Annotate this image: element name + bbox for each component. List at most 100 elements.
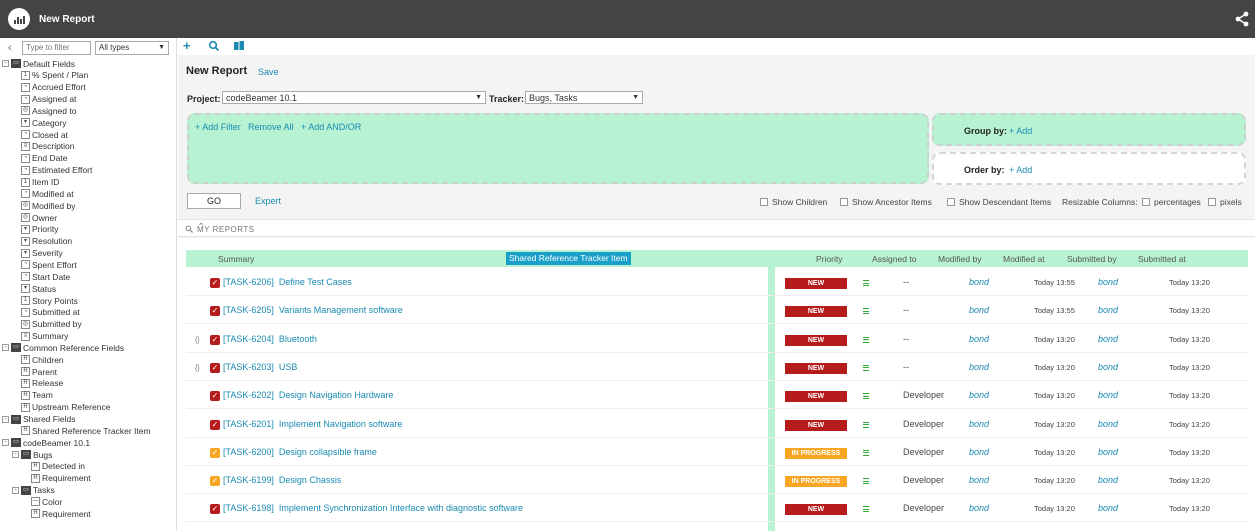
- expert-link[interactable]: Expert: [255, 196, 281, 206]
- item-link[interactable]: [TASK-6200] Design collapsible frame: [223, 447, 377, 457]
- tree-field[interactable]: ◎ Modified by: [21, 200, 75, 211]
- checkbox-icon[interactable]: ✓: [210, 504, 220, 515]
- column-submitted-at[interactable]: Submitted at: [1138, 254, 1186, 264]
- submitted-by-user[interactable]: bond: [1098, 503, 1118, 513]
- checkbox-icon[interactable]: ✓: [210, 362, 220, 373]
- tree-collapse-toggle[interactable]: -: [12, 486, 19, 494]
- tree-field[interactable]: R Team: [21, 390, 53, 401]
- search-icon[interactable]: [208, 40, 220, 52]
- column-priority[interactable]: Priority: [816, 254, 842, 264]
- table-row[interactable]: ✓ [TASK-6200] Design collapsible frame IN …: [186, 438, 1248, 466]
- table-row[interactable]: ✓ [TASK-6201] Implement Navigation softwa…: [186, 410, 1248, 438]
- item-link[interactable]: [TASK-6198] Implement Synchronization In…: [223, 503, 523, 513]
- tree-collapse-toggle[interactable]: -: [2, 344, 9, 352]
- tree-field[interactable]: 1 Story Points: [21, 295, 78, 306]
- table-row[interactable]: ✓ [TASK-6205] Variants Management softwar…: [186, 296, 1248, 325]
- show-children-checkbox[interactable]: [760, 198, 768, 206]
- tree-field[interactable]: ◔ Start Date: [21, 271, 70, 282]
- item-link[interactable]: [TASK-6202] Design Navigation Hardware: [223, 390, 393, 400]
- show-children-option[interactable]: Show Children: [760, 197, 827, 207]
- tree-field[interactable]: ◎ Submitted by: [21, 319, 82, 330]
- item-id[interactable]: [TASK-6202]: [223, 390, 274, 400]
- tree-field[interactable]: ≡ Summary: [21, 331, 68, 342]
- tracker-select[interactable]: Bugs, Tasks ▼: [525, 91, 643, 104]
- pixels-option[interactable]: pixels: [1208, 197, 1242, 207]
- tree-field[interactable]: ◎ Owner: [21, 212, 57, 223]
- submitted-by-user[interactable]: bond: [1098, 390, 1118, 400]
- show-ancestor-option[interactable]: Show Ancestor Items: [840, 197, 932, 207]
- tree-field[interactable]: ◔ Spent Effort: [21, 259, 77, 270]
- add-icon[interactable]: +: [183, 39, 195, 52]
- go-button[interactable]: GO: [187, 193, 241, 209]
- item-link[interactable]: [TASK-6203] USB: [223, 362, 297, 372]
- modified-by-user[interactable]: bond: [969, 305, 989, 315]
- item-id[interactable]: [TASK-6206]: [223, 277, 274, 287]
- tree-collapse-toggle[interactable]: -: [2, 439, 9, 447]
- item-id[interactable]: [TASK-6200]: [223, 447, 274, 457]
- book-icon[interactable]: [233, 40, 245, 52]
- tree-field[interactable]: ◔ End Date: [21, 153, 67, 164]
- tree-collapse-toggle[interactable]: -: [2, 415, 9, 423]
- tree-field[interactable]: ◔ Modified at: [21, 188, 74, 199]
- percentages-option[interactable]: percentages: [1142, 197, 1201, 207]
- item-summary[interactable]: Design Navigation Hardware: [279, 390, 394, 400]
- item-summary[interactable]: Bluetooth: [279, 334, 317, 344]
- column-summary[interactable]: Summary: [218, 254, 254, 264]
- table-row[interactable]: ✓ [TASK-6199] Design Chassis IN PROGRESS De…: [186, 466, 1248, 495]
- tree-filter-input[interactable]: [22, 40, 91, 55]
- tree-field[interactable]: ◔ Estimated Effort: [21, 165, 92, 176]
- column-shared-reference-tag[interactable]: Shared Reference Tracker Item: [506, 252, 631, 265]
- tree-field[interactable]: R Shared Reference Tracker Item: [21, 425, 151, 436]
- item-link[interactable]: [TASK-6204] Bluetooth: [223, 334, 317, 344]
- tree-field[interactable]: 1% Spent / Plan: [21, 70, 88, 81]
- order-by-add-link[interactable]: + Add: [1009, 165, 1032, 175]
- checkbox-icon[interactable]: ✓: [210, 278, 220, 288]
- item-summary[interactable]: Design collapsible frame: [279, 447, 377, 457]
- tree-field[interactable]: ▾ Priority: [21, 224, 58, 235]
- table-row[interactable]: ✓ [TASK-6206] Define Test Cases NEW -- bond T…: [186, 268, 1248, 296]
- tree-field[interactable]: ◔ Closed at: [21, 129, 68, 140]
- tree-group[interactable]: ▭ Common Reference Fields: [11, 342, 124, 353]
- submitted-by-user[interactable]: bond: [1098, 305, 1118, 315]
- table-row[interactable]: ✓ [TASK-6202] Design Navigation Hardware N…: [186, 381, 1248, 410]
- item-summary[interactable]: Implement Navigation software: [279, 419, 403, 429]
- checkbox-icon[interactable]: ✓: [210, 334, 220, 345]
- show-ancestor-checkbox[interactable]: [840, 198, 848, 206]
- share-icon[interactable]: [1235, 11, 1249, 27]
- item-id[interactable]: [TASK-6203]: [223, 362, 274, 372]
- tree-field[interactable]: ◔ Accrued Effort: [21, 82, 86, 93]
- submitted-by-user[interactable]: bond: [1098, 447, 1118, 457]
- pixels-checkbox[interactable]: [1208, 198, 1216, 206]
- column-submitted-by[interactable]: Submitted by: [1067, 254, 1117, 264]
- collapse-panel-icon[interactable]: ‹: [8, 42, 18, 54]
- group-by-add-link[interactable]: + Add: [1009, 126, 1032, 136]
- modified-by-user[interactable]: bond: [969, 334, 989, 344]
- item-id[interactable]: [TASK-6204]: [223, 334, 274, 344]
- save-link[interactable]: Save: [258, 67, 279, 77]
- tree-collapse-toggle[interactable]: -: [2, 60, 9, 67]
- column-modified-by[interactable]: Modified by: [938, 254, 981, 264]
- modified-by-user[interactable]: bond: [969, 277, 989, 287]
- submitted-by-user[interactable]: bond: [1098, 334, 1118, 344]
- show-descendant-option[interactable]: Show Descendant Items: [947, 197, 1051, 207]
- item-id[interactable]: [TASK-6199]: [223, 475, 274, 485]
- item-summary[interactable]: Define Test Cases: [279, 277, 352, 287]
- item-summary[interactable]: Implement Synchronization Interface with…: [279, 503, 523, 513]
- tree-field[interactable]: R Upstream Reference: [21, 402, 110, 413]
- tree-field[interactable]: ≡ Description: [21, 141, 75, 152]
- percentages-checkbox[interactable]: [1142, 198, 1150, 206]
- app-logo-icon[interactable]: [8, 8, 30, 30]
- type-select[interactable]: All types ▼: [95, 40, 169, 55]
- modified-by-user[interactable]: bond: [969, 503, 989, 513]
- tree-group[interactable]: ▭ Tasks: [21, 485, 55, 496]
- checkbox-icon[interactable]: ✓: [210, 391, 220, 402]
- column-assigned-to[interactable]: Assigned to: [872, 254, 916, 264]
- tree-field[interactable]: R Detected in: [31, 461, 85, 472]
- tree-field[interactable]: R Requirement: [31, 508, 91, 519]
- add-and-or-link[interactable]: + Add AND/OR: [301, 122, 361, 132]
- checkbox-icon[interactable]: ✓: [210, 447, 220, 458]
- tree-field[interactable]: ◔ Assigned at: [21, 94, 76, 105]
- tree-group[interactable]: ▭ Default Fields: [11, 58, 75, 69]
- submitted-by-user[interactable]: bond: [1098, 277, 1118, 287]
- submitted-by-user[interactable]: bond: [1098, 475, 1118, 485]
